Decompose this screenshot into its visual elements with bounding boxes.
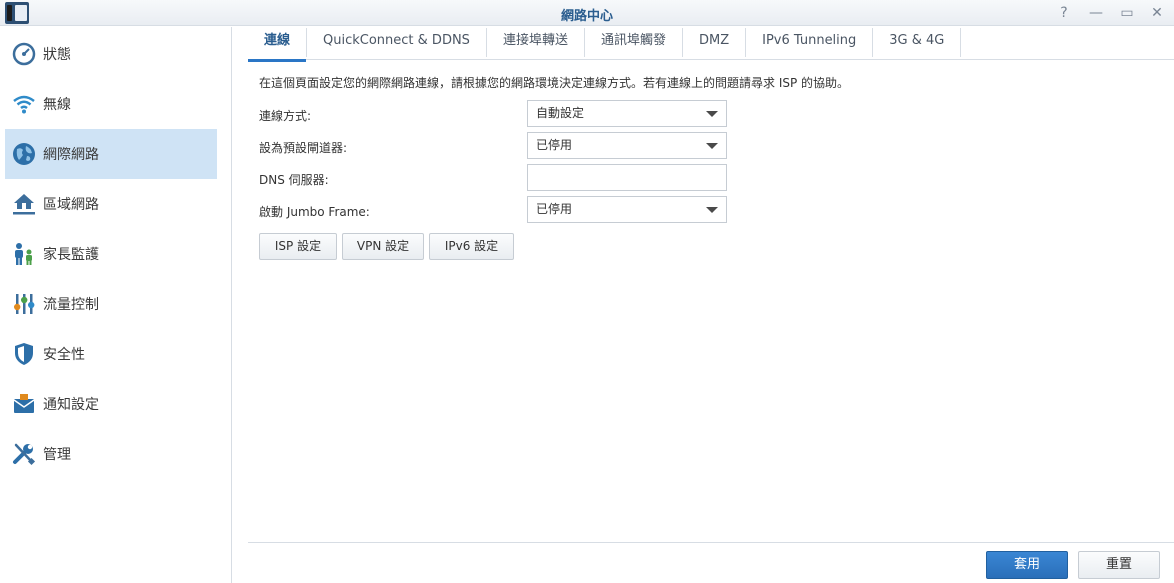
ipv6-settings-button[interactable]: IPv6 設定 [429,233,514,260]
gauge-icon [12,42,36,66]
jumbo-frame-value: 已停用 [536,202,573,216]
globe-icon [12,142,36,166]
sidebar-item-wireless[interactable]: 無線 [5,79,217,129]
sidebar-item-traffic[interactable]: 流量控制 [5,279,217,329]
main-panel: 連線 QuickConnect & DDNS 連接埠轉送 通訊埠觸發 DMZ I… [233,27,1174,583]
chevron-down-icon [706,111,718,117]
sidebar: 狀態 無線 網際網路 區域網路 家長監護 流量控制 安全性 通知設定 管理 [0,27,232,583]
tab-quickconnect-ddns[interactable]: QuickConnect & DDNS [307,28,487,57]
sidebar-item-status[interactable]: 狀態 [5,29,217,79]
footer-divider [248,542,1174,543]
tab-3g-4g[interactable]: 3G & 4G [873,28,962,57]
maximize-icon[interactable]: ▭ [1117,3,1137,23]
jumbo-frame-select[interactable]: 已停用 [527,196,727,223]
chevron-down-icon [706,207,718,213]
connection-type-value: 自動設定 [536,106,585,120]
dns-server-label: DNS 伺服器: [259,173,329,187]
sidebar-item-label: 網際網路 [43,147,99,163]
dns-server-input[interactable] [527,164,727,191]
close-icon[interactable]: ✕ [1147,3,1167,23]
sidebar-item-internet[interactable]: 網際網路 [5,129,217,179]
window-title: 網路中心 [560,9,613,24]
wifi-icon [12,92,36,116]
reset-button[interactable]: 重置 [1078,551,1160,579]
sidebar-item-security[interactable]: 安全性 [5,329,217,379]
sidebar-item-label: 流量控制 [43,297,99,313]
sidebar-item-label: 狀態 [43,47,71,63]
default-gateway-select[interactable]: 已停用 [527,132,727,159]
title-bar: 網路中心 ? — ▭ ✕ [0,0,1174,26]
connection-type-label: 連線方式: [259,109,312,123]
sidebar-item-label: 通知設定 [43,397,99,413]
page-description: 在這個頁面設定您的網際網路連線，請根據您的網路環境決定連線方式。若有連線上的問題… [259,76,850,90]
sidebar-item-label: 區域網路 [43,197,99,213]
tab-bar: 連線 QuickConnect & DDNS 連接埠轉送 通訊埠觸發 DMZ I… [248,27,1174,62]
tools-icon [12,442,36,466]
home-network-icon [12,192,36,216]
help-icon[interactable]: ? [1054,3,1074,23]
default-gateway-label: 設為預設閘道器: [259,141,348,155]
sidebar-item-lan[interactable]: 區域網路 [5,179,217,229]
connection-type-select[interactable]: 自動設定 [527,100,727,127]
sidebar-item-notification[interactable]: 通知設定 [5,379,217,429]
family-icon [12,242,36,266]
sidebar-item-label: 管理 [43,447,71,463]
sidebar-item-label: 家長監護 [43,247,99,263]
sidebar-item-label: 安全性 [43,347,85,363]
sidebar-item-parental[interactable]: 家長監護 [5,229,217,279]
sidebar-item-admin[interactable]: 管理 [5,429,217,479]
minimize-icon[interactable]: — [1086,3,1106,23]
tab-port-triggering[interactable]: 通訊埠觸發 [585,28,683,57]
shield-icon [12,342,36,366]
sidebar-item-label: 無線 [43,97,71,113]
apply-button[interactable]: 套用 [986,551,1068,579]
chevron-down-icon [706,143,718,149]
tab-port-forwarding[interactable]: 連接埠轉送 [487,28,585,57]
notification-icon [12,392,36,416]
tab-ipv6-tunneling[interactable]: IPv6 Tunneling [746,28,874,57]
isp-settings-button[interactable]: ISP 設定 [259,233,337,260]
sliders-icon [12,292,36,316]
default-gateway-value: 已停用 [536,138,573,152]
tab-connection[interactable]: 連線 [248,28,308,62]
vpn-settings-button[interactable]: VPN 設定 [342,233,424,260]
jumbo-frame-label: 啟動 Jumbo Frame: [259,205,370,219]
tab-dmz[interactable]: DMZ [683,28,747,57]
